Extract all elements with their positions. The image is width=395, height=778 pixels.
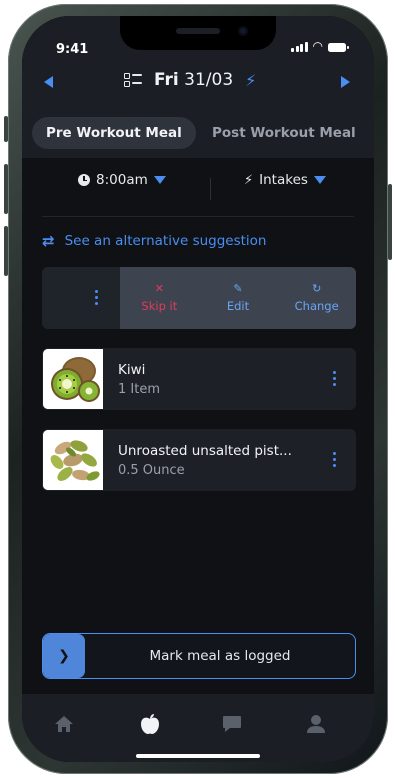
notch (120, 16, 276, 50)
filter-divider (210, 178, 211, 200)
home-icon[interactable] (50, 712, 78, 736)
date-day: Fri (154, 70, 179, 90)
chevron-down-icon (153, 176, 166, 184)
food-item-kiwi[interactable]: Kiwi 1 Item (42, 348, 356, 410)
bolt-icon: ⚡︎ (244, 172, 254, 188)
volume-down-button (4, 226, 8, 276)
more-options-icon[interactable] (95, 290, 98, 305)
battery-icon (328, 43, 349, 52)
status-time: 9:41 (56, 42, 89, 57)
bolt-icon[interactable]: ⚡︎ (245, 71, 256, 90)
phone-bezel: 9:41 ◠ Fri 31/03 ⚡︎ Pre Workout Meal Pos… (22, 16, 374, 762)
date-value: 31/03 (184, 70, 234, 90)
tab-post-workout-meal[interactable]: Post Workout Meal (212, 117, 356, 149)
home-indicator (136, 754, 260, 758)
edit-label: Edit (226, 299, 250, 313)
mark-meal-logged-label: Mark meal as logged (149, 648, 291, 664)
skip-label: Skip it (141, 299, 178, 313)
date-header: Fri 31/03 ⚡︎ (22, 62, 374, 108)
phone-frame: 9:41 ◠ Fri 31/03 ⚡︎ Pre Workout Meal Pos… (4, 4, 392, 774)
kiwi-image (43, 349, 103, 409)
more-options-icon[interactable] (333, 452, 336, 467)
intakes-label: Intakes (259, 172, 308, 188)
food-item-pistachios[interactable]: Unroasted unsalted pist... 0.5 Ounce (42, 429, 356, 491)
food-name: Kiwi (118, 362, 146, 378)
chevron-right-icon[interactable]: ❯ (43, 634, 85, 678)
apple-icon[interactable] (136, 712, 164, 736)
pencil-icon: ✎ (233, 282, 243, 295)
status-icons: ◠ (291, 39, 349, 53)
wifi-icon: ◠ (312, 39, 323, 53)
profile-icon[interactable] (302, 712, 330, 736)
close-icon: ✕ (154, 282, 164, 295)
food-quantity: 0.5 Ounce (118, 463, 185, 478)
divider (42, 216, 354, 217)
edit-button[interactable]: ✎ Edit (199, 267, 278, 329)
meal-tabs: Pre Workout Meal Post Workout Meal (22, 108, 374, 158)
change-label: Change (294, 299, 339, 313)
refresh-icon: ⇄ (42, 232, 55, 250)
alternative-suggestion-label: See an alternative suggestion (64, 233, 267, 249)
skip-button[interactable]: ✕ Skip it (120, 267, 199, 329)
change-button[interactable]: ↻ Change (277, 267, 356, 329)
row-actions: ✕ Skip it ✎ Edit ↻ Change (120, 267, 356, 329)
current-date: Fri 31/03 (154, 70, 233, 90)
volume-up-button (4, 164, 8, 214)
food-name: Unroasted unsalted pist... (118, 443, 292, 459)
checklist-icon[interactable] (124, 72, 142, 88)
previous-day-arrow-icon[interactable] (44, 76, 53, 88)
app-screen: 9:41 ◠ Fri 31/03 ⚡︎ Pre Workout Meal Pos… (22, 16, 374, 762)
mute-switch (4, 116, 8, 142)
next-day-arrow-icon[interactable] (341, 76, 350, 88)
front-camera (238, 26, 248, 36)
mark-meal-logged-slider[interactable]: ❯ Mark meal as logged (42, 633, 356, 679)
tab-pre-workout-meal[interactable]: Pre Workout Meal (32, 117, 196, 149)
swiped-food-row: ✕ Skip it ✎ Edit ↻ Change (42, 267, 356, 329)
date-selector[interactable]: Fri 31/03 ⚡︎ (124, 70, 256, 90)
chevron-down-icon (313, 176, 326, 184)
power-button (388, 184, 392, 260)
bottom-nav (22, 694, 374, 762)
clock-icon (78, 174, 90, 186)
signal-icon (291, 41, 308, 52)
more-options-icon[interactable] (333, 371, 336, 386)
speaker-grill (176, 28, 220, 34)
time-dropdown[interactable]: 8:00am (78, 172, 166, 188)
time-value: 8:00am (96, 172, 148, 188)
alternative-suggestion-link[interactable]: ⇄ See an alternative suggestion (42, 232, 267, 250)
intakes-dropdown[interactable]: ⚡︎ Intakes (244, 172, 326, 188)
chat-icon[interactable] (218, 712, 246, 736)
swiped-row-content (42, 267, 120, 329)
pistachios-image (43, 430, 103, 490)
meal-filters: 8:00am ⚡︎ Intakes (22, 172, 374, 208)
refresh-icon: ↻ (312, 282, 322, 295)
food-quantity: 1 Item (118, 382, 160, 397)
